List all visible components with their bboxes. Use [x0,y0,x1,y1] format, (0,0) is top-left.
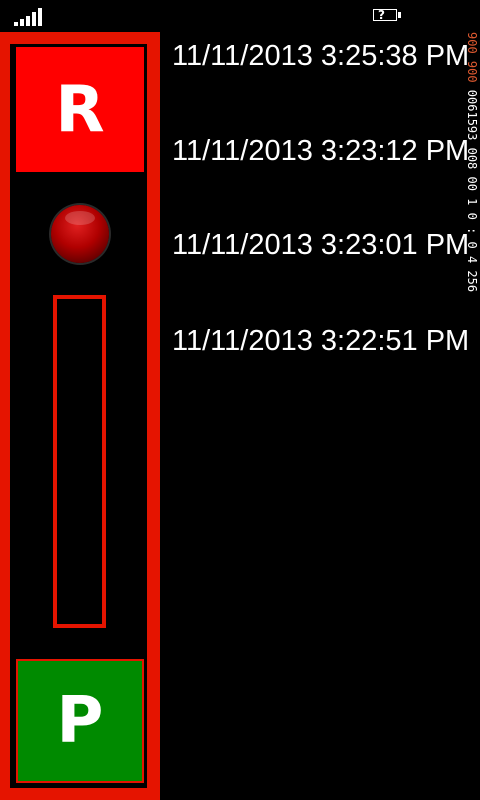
signal-strength-icon [14,6,44,26]
status-bar: ? [0,0,480,32]
battery-unknown-icon: ? [373,8,403,23]
recording-item[interactable]: 11/11/2013 3:22:51 PM [172,317,469,365]
play-button[interactable]: P [16,659,144,783]
debug-readout-text: 0061593 008 00 1 0 : 0 4 256 [465,82,479,293]
debug-readout-highlight: 900 900 [465,32,479,83]
debug-readout: 900 900 0061593 008 00 1 0 : 0 4 256 [464,32,480,392]
recording-item[interactable]: 11/11/2013 3:23:01 PM [172,221,469,269]
recording-item[interactable]: 11/11/2013 3:25:38 PM [172,32,469,80]
record-button[interactable]: R [16,47,144,172]
recording-item[interactable]: 11/11/2013 3:23:12 PM [172,127,469,175]
record-led-icon [51,205,109,263]
battery-status-glyph: ? [378,8,385,22]
audio-level-meter [53,295,106,628]
